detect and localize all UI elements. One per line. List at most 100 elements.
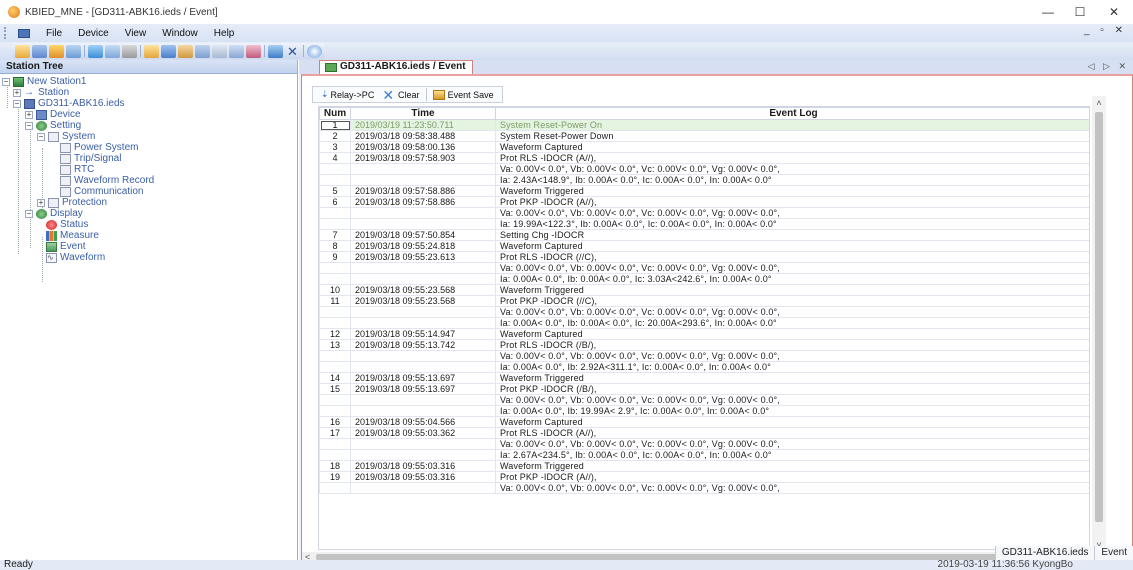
expand-icon[interactable]: + [25,110,33,119]
event-icon[interactable] [178,44,193,58]
maximize-button[interactable]: ☐ [1065,3,1095,21]
table-row[interactable]: 7 2019/03/18 09:57:50.854 Setting Chg -IDO… [319,229,1089,241]
tree-node-root[interactable]: − New Station1 [2,76,86,87]
column-header-event-log[interactable]: Event Log [495,107,1089,120]
menu-help[interactable]: Help [206,28,243,39]
table-row[interactable]: Ia: 19.99A<122.3°, Ib: 0.00A< 0.0°, Ic: … [319,218,1089,230]
table-row[interactable]: 19 2019/03/18 09:55:03.316 Prot PKP -IDOCR… [319,471,1089,483]
collapse-icon[interactable]: − [37,132,45,141]
table-row[interactable]: Ia: 0.00A< 0.0°, Ib: 19.99A< 2.9°, Ic: 0… [319,405,1089,417]
export-icon[interactable] [246,44,261,58]
tree-node-power-system[interactable]: Power System [60,142,138,153]
tree-node-protection[interactable]: + Protection [37,197,107,208]
table-row[interactable]: Va: 0.00V< 0.0°, Vb: 0.00V< 0.0°, Vc: 0.… [319,438,1089,450]
minimize-button[interactable]: — [1033,3,1063,21]
collapse-icon[interactable]: − [2,77,10,86]
bottom-tab-device[interactable]: GD311-ABK16.ieds [994,546,1095,560]
download-icon[interactable] [105,44,120,58]
table-row[interactable]: 18 2019/03/18 09:55:03.316 Waveform Trigge… [319,460,1089,472]
waveform-icon[interactable] [161,44,176,58]
table-row[interactable]: 12 2019/03/18 09:55:14.947 Waveform Captur… [319,328,1089,340]
table-row[interactable]: 13 2019/03/18 09:55:13.742 Prot RLS -IDOCR… [319,339,1089,351]
tree-node-communication[interactable]: Communication [60,186,143,197]
menu-file[interactable]: File [38,28,70,39]
expand-icon[interactable]: + [37,198,45,207]
upload-icon[interactable] [88,44,103,58]
tree-node-event[interactable]: Event [46,241,86,252]
relay-to-pc-button[interactable]: ⇣ Relay->PC [317,87,378,102]
connect-icon[interactable] [49,44,64,58]
table-row[interactable]: 6 2019/03/18 09:57:58.886 Prot PKP -IDOCR … [319,196,1089,208]
menu-view[interactable]: View [117,28,155,39]
table-row[interactable]: 14 2019/03/18 09:55:13.697 Waveform Trigge… [319,372,1089,384]
expand-icon[interactable]: + [13,88,21,97]
close-button[interactable]: ✕ [1099,3,1129,21]
table-row[interactable]: 9 2019/03/18 09:55:23.613 Prot RLS -IDOCR … [319,251,1089,263]
event-save-button[interactable]: Event Save [429,87,498,102]
document-tab[interactable]: GD311-ABK16.ieds / Event [319,60,473,74]
menu-window[interactable]: Window [154,28,206,39]
table-row[interactable]: 15 2019/03/18 09:55:13.697 Prot PKP -IDOCR… [319,383,1089,395]
vertical-scroll-thumb[interactable] [1095,112,1103,522]
disconnect-icon[interactable] [66,44,81,58]
table-row[interactable]: 16 2019/03/18 09:55:04.566 Waveform Captur… [319,416,1089,428]
tree-node-status[interactable]: Status [46,219,88,230]
table-row[interactable]: Va: 0.00V< 0.0°, Vb: 0.00V< 0.0°, Vc: 0.… [319,207,1089,219]
scroll-up-icon[interactable]: ˄ [1092,96,1106,110]
table-row[interactable]: 17 2019/03/18 09:55:03.362 Prot RLS -IDOCR… [319,427,1089,439]
table-row[interactable]: Va: 0.00V< 0.0°, Vb: 0.00V< 0.0°, Vc: 0.… [319,306,1089,318]
table-row[interactable]: Va: 0.00V< 0.0°, Vb: 0.00V< 0.0°, Vc: 0.… [319,163,1089,175]
collapse-icon[interactable]: − [25,209,33,218]
table-row[interactable]: 1 2019/03/19 11:23:50.711 System Reset-Pow… [319,119,1089,131]
table-row[interactable]: Ia: 0.00A< 0.0°, Ib: 2.92A<311.1°, Ic: 0… [319,361,1089,373]
tree-node-device[interactable]: − GD311-ABK16.ieds [13,98,125,109]
table-row[interactable]: Va: 0.00V< 0.0°, Vb: 0.00V< 0.0°, Vc: 0.… [319,482,1089,494]
bottom-tab-event[interactable]: Event [1094,546,1133,560]
table-row[interactable]: 10 2019/03/18 09:55:23.568 Waveform Trigge… [319,284,1089,296]
monitor-icon[interactable] [144,44,159,58]
table-row[interactable]: 11 2019/03/18 09:55:23.568 Prot PKP -IDOCR… [319,295,1089,307]
table-row[interactable]: 3 2019/03/18 09:58:00.136 Waveform Capture… [319,141,1089,153]
table-row[interactable]: Ia: 2.43A<148.9°, Ib: 0.00A< 0.0°, Ic: 0… [319,174,1089,186]
tree-node-display[interactable]: − Display [25,208,83,219]
table-row[interactable]: 2 2019/03/18 09:58:38.488 System Reset-Pow… [319,130,1089,142]
clear-button[interactable]: ✕ Clear [378,87,423,102]
tree-node-device-sub[interactable]: + Device [25,109,81,120]
table-row[interactable]: 4 2019/03/18 09:57:58.903 Prot RLS -IDOCR … [319,152,1089,164]
log-icon[interactable] [195,44,210,58]
table-row[interactable]: 8 2019/03/18 09:55:24.818 Waveform Capture… [319,240,1089,252]
column-header-num[interactable]: Num [319,107,351,120]
tree-node-trip-signal[interactable]: Trip/Signal [60,153,121,164]
tree-node-waveform[interactable]: ∿ Waveform [46,252,105,263]
tree-node-station[interactable]: + → Station [13,87,69,98]
tab-navigation-controls[interactable]: ◁ ▷ ✕ [1088,61,1129,72]
collapse-icon[interactable]: − [25,121,33,130]
collapse-icon[interactable]: − [13,99,21,108]
help-icon[interactable] [307,44,322,58]
document-menu-icon[interactable] [18,28,30,38]
open-icon[interactable] [15,44,30,58]
table-row[interactable]: Ia: 0.00A< 0.0°, Ib: 0.00A< 0.0°, Ic: 20… [319,317,1089,329]
table-row[interactable]: 5 2019/03/18 09:57:58.886 Waveform Trigger… [319,185,1089,197]
tree-node-system[interactable]: − System [37,131,95,142]
trend-icon[interactable] [212,44,227,58]
settings-icon[interactable] [122,44,137,58]
mdi-window-controls[interactable]: _ ▫ ✕ [1084,25,1127,36]
menu-device[interactable]: Device [70,28,117,39]
menu-grip[interactable] [4,27,12,39]
column-header-time[interactable]: Time [350,107,496,120]
tree-node-rtc[interactable]: RTC [60,164,94,175]
table-row[interactable]: Ia: 2.67A<234.5°, Ib: 0.00A< 0.0°, Ic: 0… [319,449,1089,461]
record-icon[interactable] [268,44,283,58]
delete-icon[interactable]: ✕ [285,45,300,58]
table-row[interactable]: Ia: 0.00A< 0.0°, Ib: 0.00A< 0.0°, Ic: 3.… [319,273,1089,285]
tree-node-setting[interactable]: − Setting [25,120,81,131]
table-row[interactable]: Va: 0.00V< 0.0°, Vb: 0.00V< 0.0°, Vc: 0.… [319,262,1089,274]
table-row[interactable]: Va: 0.00V< 0.0°, Vb: 0.00V< 0.0°, Vc: 0.… [319,350,1089,362]
table-row[interactable]: Va: 0.00V< 0.0°, Vb: 0.00V< 0.0°, Vc: 0.… [319,394,1089,406]
vertical-scrollbar[interactable]: ˄ ˅ [1092,96,1106,552]
save-icon[interactable] [32,44,47,58]
tree-node-waveform-record[interactable]: Waveform Record [60,175,154,186]
tree-node-measure[interactable]: Measure [46,230,99,241]
chart-icon[interactable] [229,44,244,58]
